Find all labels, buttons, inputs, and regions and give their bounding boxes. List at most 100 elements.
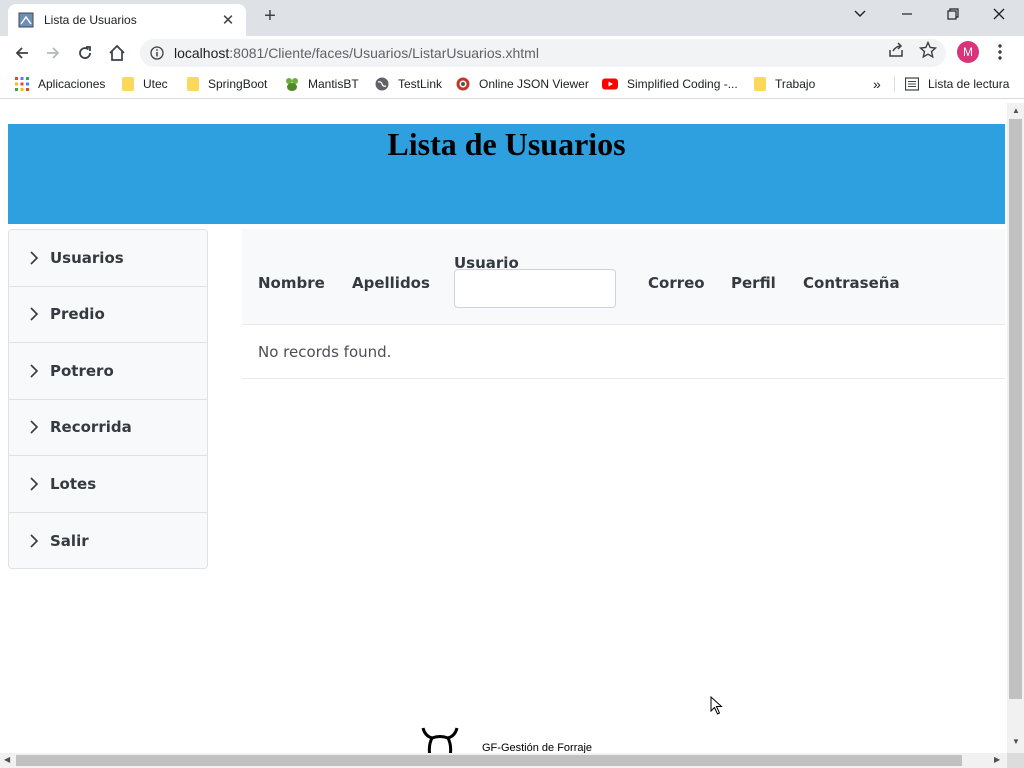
bookmark-aplicaciones[interactable]: Aplicaciones	[15, 76, 105, 92]
reload-button[interactable]	[72, 40, 98, 66]
sidebar-item-label: Predio	[50, 305, 105, 324]
home-button[interactable]	[104, 40, 130, 66]
sidebar-item-salir[interactable]: Salir	[9, 513, 207, 570]
url-host: localhost	[174, 45, 230, 61]
bookmark-label: Simplified Coding -...	[627, 77, 738, 91]
restore-button[interactable]	[942, 4, 964, 26]
new-tab-button[interactable]: +	[259, 5, 281, 27]
empty-message: No records found.	[258, 343, 392, 361]
cow-logo-icon	[421, 727, 459, 753]
scroll-left-icon[interactable]: ◀	[4, 755, 10, 764]
folder-icon	[122, 77, 134, 91]
sidebar-item-usuarios[interactable]: Usuarios	[9, 230, 207, 287]
arrow-left-icon	[15, 47, 28, 59]
vertical-scrollbar[interactable]: ▲ ▼	[1007, 103, 1024, 753]
share-icon[interactable]	[887, 41, 905, 59]
address-bar[interactable]: localhost:8081/Cliente/faces/Usuarios/Li…	[140, 39, 946, 67]
folder-icon	[754, 77, 766, 91]
bookmarks-overflow-button[interactable]: »	[873, 76, 881, 92]
home-icon	[109, 44, 125, 61]
column-header-perfil[interactable]: Perfil	[731, 274, 776, 292]
footer-text: GF-Gestión de Forraje	[482, 742, 593, 753]
reading-list-icon	[905, 77, 919, 91]
close-window-button[interactable]	[988, 4, 1010, 26]
bookmark-trabajo[interactable]: Trabajo	[754, 76, 815, 92]
browser-tab[interactable]: Lista de Usuarios ✕	[8, 4, 246, 36]
tab-close-icon[interactable]: ✕	[220, 11, 236, 29]
sidebar-item-label: Potrero	[50, 361, 114, 380]
tab-title: Lista de Usuarios	[44, 13, 137, 27]
reading-list-label: Lista de lectura	[928, 77, 1010, 91]
bookmark-simplified-coding[interactable]: Simplified Coding -...	[602, 76, 738, 92]
sidebar-item-lotes[interactable]: Lotes	[9, 456, 207, 513]
mantis-icon	[286, 78, 298, 91]
bookmark-label: Aplicaciones	[38, 77, 106, 91]
sidebar-item-potrero[interactable]: Potrero	[9, 343, 207, 400]
url-text: localhost:8081/Cliente/faces/Usuarios/Li…	[174, 45, 539, 61]
globe-icon	[375, 77, 389, 91]
apps-grid-icon	[15, 77, 29, 91]
page-footer: GF-Gestión de Forraje	[420, 726, 592, 753]
column-header-nombre[interactable]: Nombre	[258, 274, 325, 292]
chevron-right-icon	[30, 307, 39, 321]
bookmark-testlink[interactable]: TestLink	[375, 76, 442, 92]
bookmark-mantisbt[interactable]: MantisBT	[285, 76, 359, 92]
page-favicon-icon	[18, 12, 34, 28]
folder-icon	[187, 77, 199, 91]
page-header: Lista de Usuarios	[8, 124, 1005, 224]
bookmark-label: SpringBoot	[208, 77, 268, 91]
chevron-right-icon	[30, 364, 39, 378]
column-header-apellidos[interactable]: Apellidos	[352, 274, 430, 292]
json-viewer-icon	[456, 77, 470, 91]
bookmarks-bar: Aplicaciones Utec SpringBoot MantisBT Te…	[0, 69, 1024, 99]
scroll-down-icon[interactable]: ▼	[1012, 737, 1020, 746]
minimize-button[interactable]	[896, 4, 918, 26]
users-table-header: Nombre Apellidos Usuario Correo Perfil C…	[242, 229, 1005, 325]
back-button[interactable]	[9, 40, 35, 66]
bookmark-label: Utec	[143, 77, 168, 91]
more-menu-icon[interactable]	[990, 41, 1010, 63]
bookmark-label: MantisBT	[308, 77, 359, 91]
forward-button[interactable]	[40, 40, 66, 66]
reading-list-button[interactable]: Lista de lectura	[905, 76, 1009, 92]
sidebar-item-recorrida[interactable]: Recorrida	[9, 400, 207, 456]
browser-tab-strip: Lista de Usuarios ✕ +	[0, 0, 1024, 36]
sidebar-item-predio[interactable]: Predio	[9, 287, 207, 343]
scroll-right-icon[interactable]: ▶	[994, 755, 1000, 764]
chevron-right-icon	[30, 420, 39, 434]
scrollbar-corner	[1007, 753, 1024, 768]
star-icon[interactable]	[919, 41, 937, 59]
column-header-correo[interactable]: Correo	[648, 274, 705, 292]
horizontal-scroll-thumb[interactable]	[16, 755, 962, 766]
sidebar-item-label: Usuarios	[50, 248, 124, 267]
bookmark-springboot[interactable]: SpringBoot	[187, 76, 267, 92]
bookmarks-divider	[894, 76, 895, 92]
chevron-right-icon	[30, 251, 39, 265]
usuario-filter-input[interactable]	[454, 269, 616, 308]
mouse-cursor-icon	[710, 696, 723, 715]
page-viewport: Lista de Usuarios Usuarios Predio Potrer…	[0, 103, 1007, 753]
vertical-scroll-thumb[interactable]	[1009, 119, 1022, 699]
scroll-up-icon[interactable]: ▲	[1012, 106, 1020, 115]
bookmark-label: Trabajo	[775, 77, 816, 91]
chevron-right-icon	[30, 477, 39, 491]
bookmark-label: TestLink	[398, 77, 443, 91]
sidebar-item-label: Lotes	[50, 474, 97, 493]
tab-search-icon[interactable]	[849, 4, 871, 26]
profile-avatar[interactable]: M	[957, 41, 979, 63]
horizontal-scrollbar[interactable]: ◀ ▶	[0, 753, 1007, 768]
youtube-icon	[602, 78, 618, 90]
chevron-right-icon	[30, 534, 39, 548]
browser-toolbar: localhost:8081/Cliente/faces/Usuarios/Li…	[0, 36, 1024, 69]
url-path: :8081/Cliente/faces/Usuarios/ListarUsuar…	[229, 45, 539, 61]
sidebar-item-label: Recorrida	[50, 418, 132, 437]
sidebar-item-label: Salir	[50, 531, 89, 550]
table-empty-row: No records found.	[242, 325, 1005, 379]
column-header-contrasena[interactable]: Contraseña	[803, 274, 900, 292]
bookmark-online-json-viewer[interactable]: Online JSON Viewer	[456, 76, 589, 92]
bookmark-utec[interactable]: Utec	[122, 76, 168, 92]
info-icon[interactable]	[150, 46, 164, 60]
arrow-right-icon	[47, 47, 60, 59]
page-title: Lista de Usuarios	[387, 126, 626, 162]
bookmark-label: Online JSON Viewer	[479, 77, 589, 91]
